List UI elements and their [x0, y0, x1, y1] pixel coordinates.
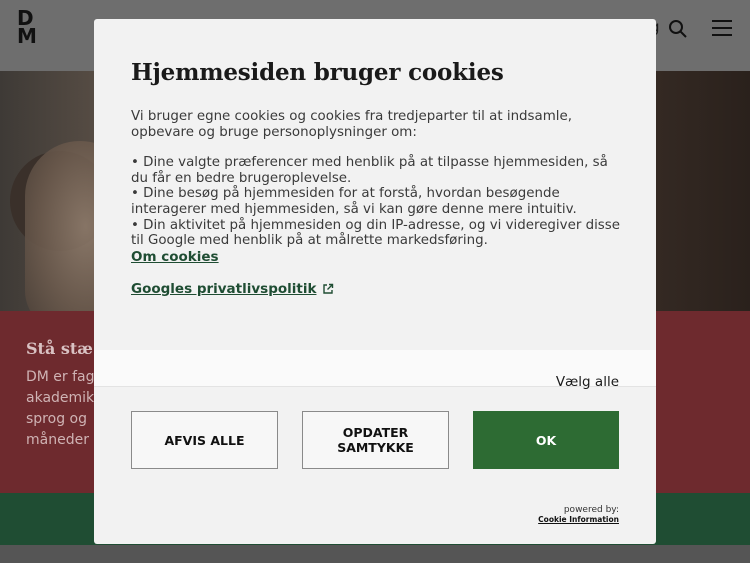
promo-line: måneder o — [26, 432, 96, 448]
dialog-intro: Vi bruger egne cookies og cookies fra tr… — [131, 109, 573, 140]
cookie-consent-dialog: Hjemmesiden bruger cookies Vi bruger egn… — [94, 19, 656, 544]
hamburger-menu-icon[interactable] — [712, 20, 732, 36]
bullet-preferences: • Dine valgte præferencer med henblik på… — [131, 155, 608, 186]
update-consent-label-line2: SAMTYKKE — [337, 440, 414, 455]
dialog-description: Vi bruger egne cookies og cookies fra tr… — [131, 109, 623, 249]
reject-all-label: AFVIS ALLE — [164, 432, 245, 448]
bullet-activity: • Din aktivitet på hjemmesiden og din IP… — [131, 217, 620, 249]
ok-label: OK — [535, 432, 557, 448]
external-link-icon — [323, 283, 334, 294]
promo-title: Stå stæ — [26, 339, 93, 358]
search-icon[interactable] — [668, 19, 688, 39]
promo-line: DM er fag — [26, 369, 95, 385]
powered-by: powered by: Cookie Information — [538, 505, 619, 524]
site-logo[interactable]: D M — [17, 8, 41, 48]
promo-body: DM er fag akademik sprog og måneder o — [26, 367, 96, 451]
powered-by-link[interactable]: Cookie Information — [538, 515, 619, 524]
powered-by-label: powered by: — [563, 505, 619, 515]
about-cookies-link[interactable]: Om cookies — [131, 249, 219, 265]
select-all-label[interactable]: Vælg alle — [556, 374, 619, 390]
dialog-title: Hjemmesiden bruger cookies — [131, 59, 504, 86]
bullet-visits: • Dine besøg på hjemmesiden for at forst… — [131, 186, 577, 217]
update-consent-label-line1: OPDATER — [342, 425, 409, 440]
google-privacy-link[interactable]: Googles privatlivspolitik — [131, 281, 334, 297]
ok-button[interactable]: OK — [473, 411, 619, 469]
update-consent-button[interactable]: OPDATER SAMTYKKE — [302, 411, 449, 469]
promo-line: akademik — [26, 390, 95, 406]
reject-all-button[interactable]: AFVIS ALLE — [131, 411, 278, 469]
bottom-band — [0, 545, 750, 563]
promo-line: sprog og — [26, 411, 87, 427]
update-consent-label: OPDATER SAMTYKKE — [337, 425, 414, 455]
google-privacy-link-label: Googles privatlivspolitik — [131, 281, 317, 297]
logo-letter-m: M — [17, 24, 37, 48]
